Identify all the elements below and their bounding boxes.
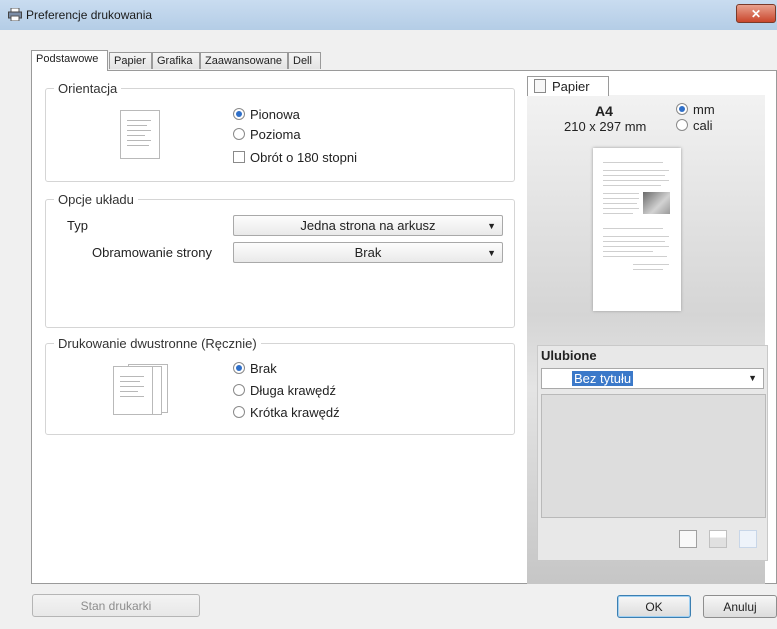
radio-icon: [233, 128, 245, 140]
printer-status-button[interactable]: Stan drukarki: [32, 594, 200, 617]
tab-dell[interactable]: Dell: [288, 52, 321, 69]
orientation-legend: Orientacja: [54, 81, 122, 96]
window-title: Preferencje drukowania: [26, 8, 153, 22]
duplex-page-icon: [113, 366, 153, 415]
duplex-none-radio[interactable]: Brak: [233, 361, 277, 376]
close-button[interactable]: ✕: [736, 4, 776, 23]
favorites-title: Ulubione: [541, 348, 597, 363]
tab-zaawansowane[interactable]: Zaawansowane: [200, 52, 288, 69]
refresh-favorite-icon[interactable]: [739, 530, 757, 548]
duplex-long-edge-radio[interactable]: Długa krawędź: [233, 383, 336, 398]
title-bar[interactable]: Preferencje drukowania ✕: [0, 0, 777, 30]
favorites-select[interactable]: Bez tytułu ▼: [541, 368, 764, 389]
ok-button[interactable]: OK: [617, 595, 691, 618]
unit-mm-radio[interactable]: mm: [676, 102, 715, 117]
radio-selected-icon: [676, 103, 688, 115]
paper-preview-image: [593, 148, 681, 311]
layout-options-legend: Opcje układu: [54, 192, 138, 207]
tab-papier[interactable]: Papier: [109, 52, 152, 69]
cancel-button[interactable]: Anuluj: [703, 595, 777, 618]
orientation-portrait-radio[interactable]: Pionowa: [233, 107, 300, 122]
orientation-landscape-radio[interactable]: Pozioma: [233, 127, 301, 142]
type-label: Typ: [67, 218, 88, 233]
portrait-page-icon: [120, 110, 160, 159]
preview-paper-tab[interactable]: Papier: [527, 76, 609, 96]
radio-icon: [676, 119, 688, 131]
paper-name: A4: [595, 103, 613, 119]
duplex-legend: Drukowanie dwustronne (Ręcznie): [54, 336, 261, 351]
radio-selected-icon: [233, 108, 245, 120]
print-preferences-dialog: Preferencje drukowania ✕ Podstawowe Papi…: [0, 0, 777, 629]
printer-icon: [8, 8, 22, 21]
new-favorite-icon[interactable]: [679, 530, 697, 548]
paper-dimensions: 210 x 297 mm: [564, 119, 647, 134]
tab-grafika[interactable]: Grafika: [152, 52, 200, 69]
checkbox-icon: [233, 151, 245, 163]
save-favorite-icon[interactable]: [709, 530, 727, 548]
favorites-list[interactable]: [541, 394, 766, 518]
dropdown-arrow-icon: ▼: [748, 373, 757, 383]
tab-podstawowe[interactable]: Podstawowe: [31, 50, 108, 71]
dropdown-arrow-icon: ▼: [487, 248, 496, 258]
page-border-label: Obramowanie strony: [92, 245, 212, 260]
dropdown-arrow-icon: ▼: [487, 221, 496, 231]
preview-photo: [643, 192, 670, 214]
radio-icon: [233, 384, 245, 396]
unit-inch-radio[interactable]: cali: [676, 118, 713, 133]
radio-icon: [233, 406, 245, 418]
duplex-short-edge-radio[interactable]: Krótka krawędź: [233, 405, 340, 420]
page-icon: [534, 79, 546, 93]
radio-selected-icon: [233, 362, 245, 374]
rotate-180-checkbox[interactable]: Obrót o 180 stopni: [233, 150, 357, 165]
pages-per-sheet-select[interactable]: Jedna strona na arkusz ▼: [233, 215, 503, 236]
page-border-select[interactable]: Brak ▼: [233, 242, 503, 263]
